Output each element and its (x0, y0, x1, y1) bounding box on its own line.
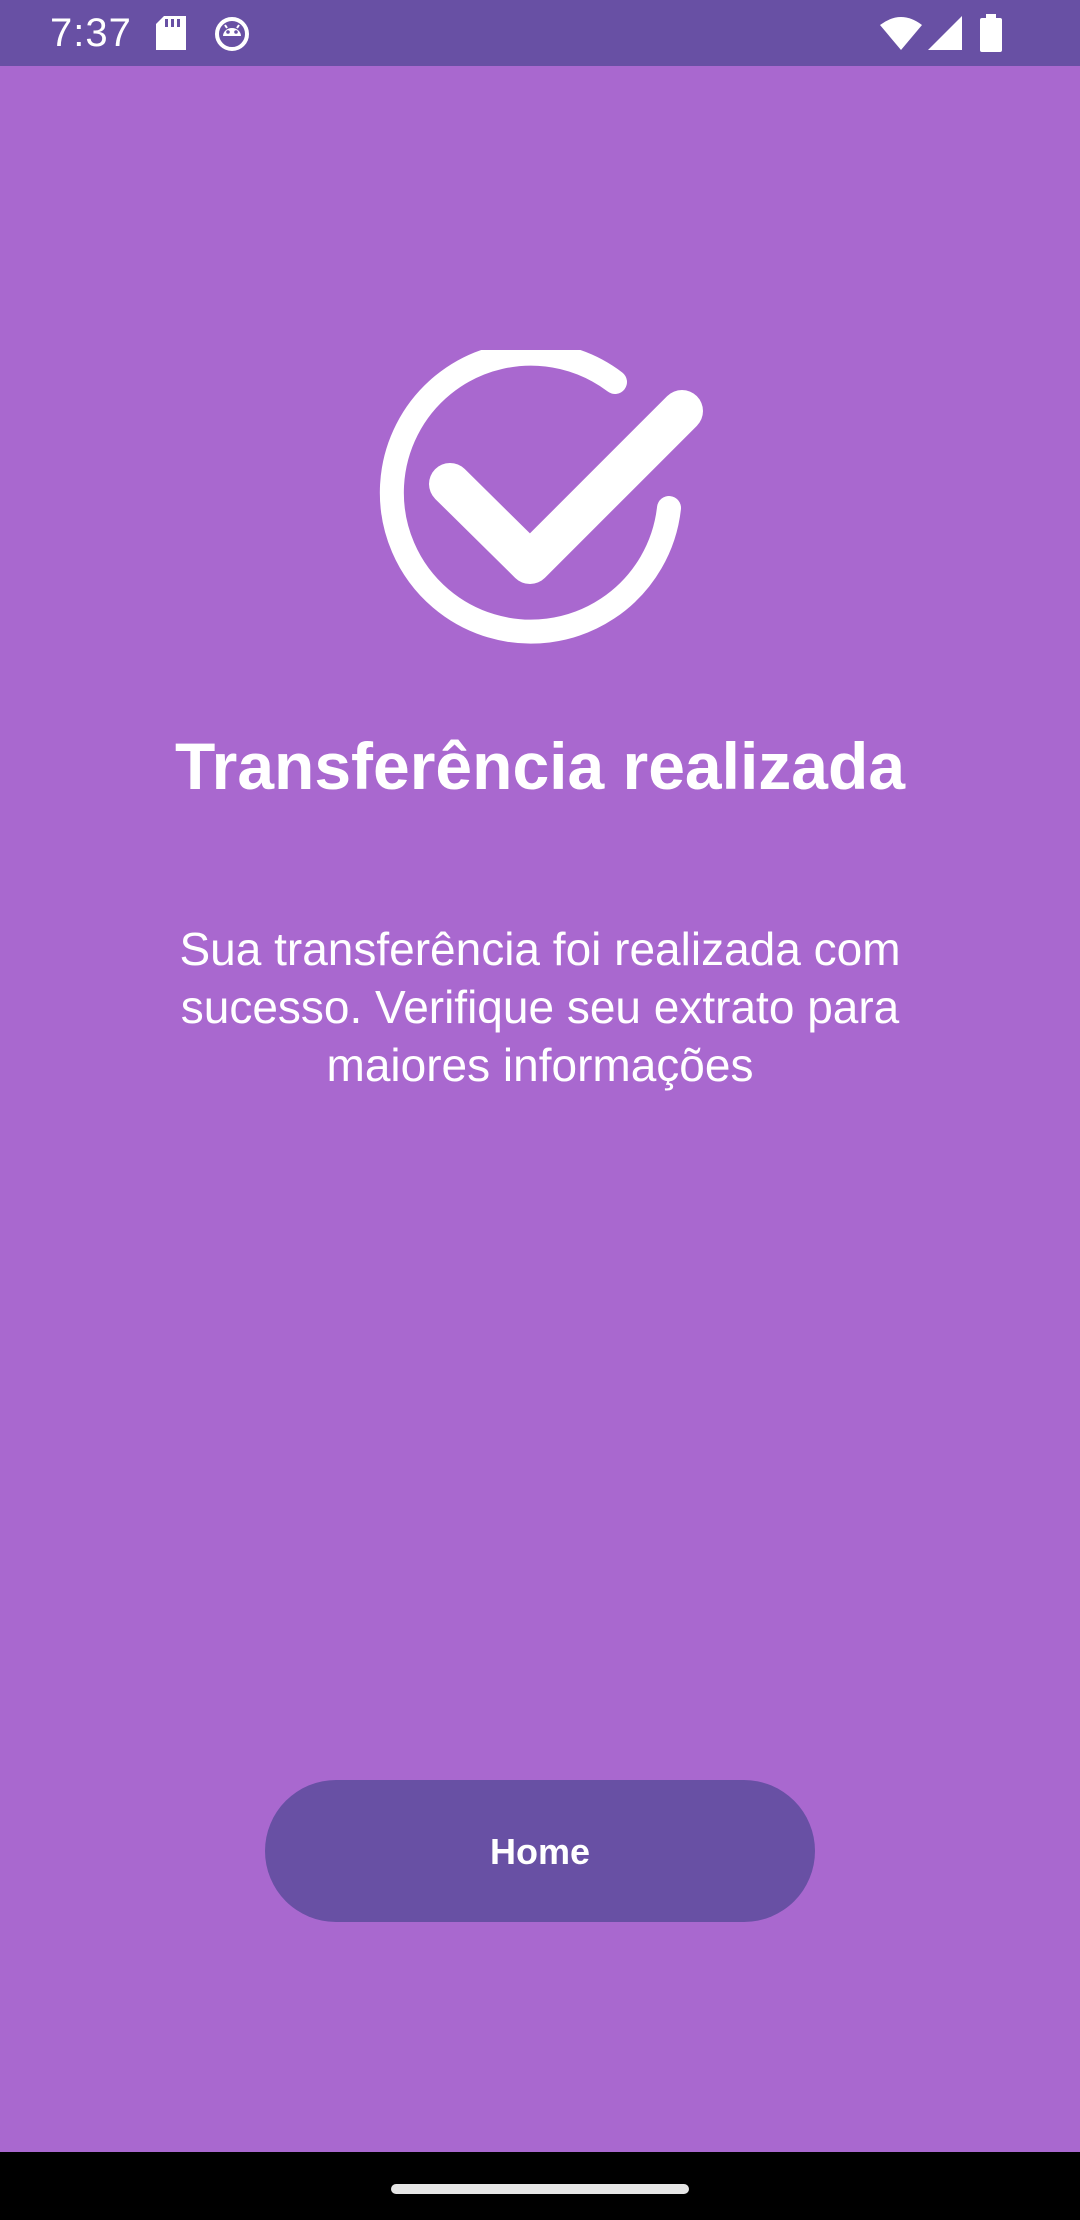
success-title: Transferência realizada (174, 729, 906, 803)
battery-icon (980, 14, 1002, 52)
home-button[interactable]: Home (265, 1780, 815, 1922)
status-time: 7:37 (50, 11, 132, 55)
wifi-icon (880, 17, 922, 50)
signal-icon (928, 16, 962, 50)
android-debug-icon (215, 17, 249, 51)
transfer-success-screen: Transferência realizada Sua transferênci… (0, 66, 1080, 2152)
home-gesture-handle[interactable] (391, 2184, 689, 2194)
check-circle-icon (379, 350, 703, 644)
navigation-bar (0, 2152, 1080, 2220)
success-message: Sua transferência foi realizada com suce… (179, 923, 901, 1091)
sd-card-icon (156, 16, 186, 50)
status-bar: 7:37 (0, 0, 1080, 66)
